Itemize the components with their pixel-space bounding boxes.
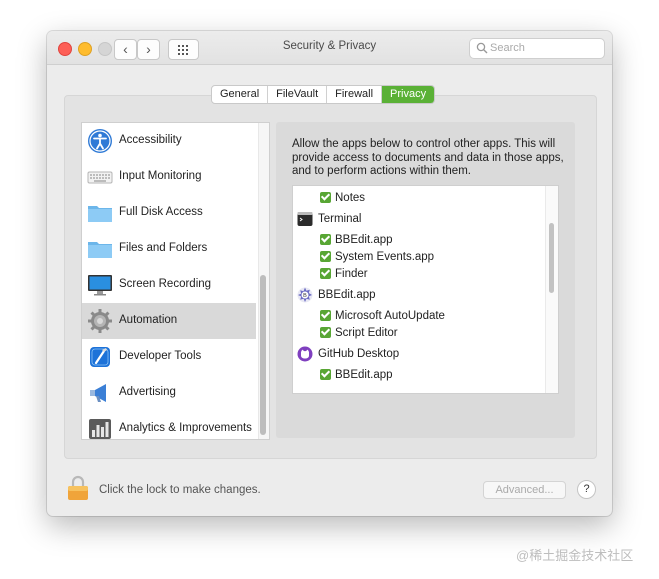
sidebar-scroll-thumb[interactable] (260, 275, 266, 435)
tab-general[interactable]: General (212, 86, 269, 103)
app-label: GitHub Desktop (318, 348, 400, 360)
search-field[interactable]: Search (469, 38, 605, 59)
terminal-icon (297, 212, 313, 226)
sidebar-item-label: Full Disk Access (119, 206, 203, 218)
preferences-window: ‹ › Security & Privacy Search General Fi… (47, 31, 612, 516)
lock-icon[interactable] (67, 475, 89, 501)
title-bar: ‹ › Security & Privacy Search (47, 31, 612, 65)
sidebar-item-screen-recording[interactable]: Screen Recording (82, 267, 256, 303)
watermark-text: @稀土掘金技术社区 (516, 548, 634, 563)
sidebar-item-label: Automation (119, 314, 178, 326)
folder-icon (88, 242, 112, 258)
sidebar-item-label: Advertising (119, 386, 176, 398)
app-label: BBEdit.app (335, 369, 393, 381)
svg-text:B: B (303, 293, 307, 299)
folder-icon (88, 206, 112, 222)
tab-firewall[interactable]: Firewall (327, 86, 383, 103)
bbedit-icon: B (297, 287, 313, 303)
checkbox[interactable] (320, 251, 331, 262)
checkbox[interactable] (320, 369, 331, 380)
sidebar-item-label: Accessibility (119, 134, 182, 146)
keyboard-icon (87, 171, 113, 184)
help-button[interactable]: ? (577, 480, 596, 499)
tab-bar: General FileVault Firewall Privacy (211, 85, 436, 104)
sidebar-item-advertising[interactable]: Advertising (82, 375, 256, 411)
analytics-icon (89, 419, 111, 439)
sidebar-item-accessibility[interactable]: Accessibility (82, 123, 256, 159)
app-label: BBEdit.app (335, 234, 393, 246)
app-permission-list: Notes Terminal BBEdit.app System Events.… (292, 185, 559, 394)
sidebar-item-label: Files and Folders (119, 242, 208, 254)
sidebar-item-label: Developer Tools (119, 350, 202, 362)
sidebar-item-input-monitoring[interactable]: Input Monitoring (82, 159, 256, 195)
checkbox[interactable] (320, 310, 331, 321)
app-label: Finder (335, 268, 368, 280)
github-icon (297, 346, 313, 362)
privacy-category-list: Accessibility Input Monitoring Full Disk… (81, 122, 270, 440)
app-label: Script Editor (335, 327, 398, 339)
sidebar-item-label: Input Monitoring (119, 170, 202, 182)
lock-message: Click the lock to make changes. (99, 484, 261, 496)
app-label: Microsoft AutoUpdate (335, 310, 445, 322)
app-list-scroll-thumb[interactable] (549, 223, 554, 293)
megaphone-icon (90, 384, 106, 402)
app-label: System Events.app (335, 251, 435, 263)
tab-filevault[interactable]: FileVault (268, 86, 328, 103)
sidebar-item-developer-tools[interactable]: Developer Tools (82, 339, 256, 375)
checkbox[interactable] (320, 327, 331, 338)
xcode-icon (90, 347, 110, 367)
sidebar-item-files-and-folders[interactable]: Files and Folders (82, 231, 256, 267)
sidebar-item-full-disk-access[interactable]: Full Disk Access (82, 195, 256, 231)
sidebar-item-analytics[interactable]: Analytics & Improvements (82, 411, 256, 439)
search-placeholder: Search (490, 42, 525, 54)
tab-privacy[interactable]: Privacy (382, 86, 435, 103)
checkbox[interactable] (320, 192, 331, 203)
search-icon (476, 42, 488, 54)
app-label: Notes (335, 192, 366, 204)
checkbox[interactable] (320, 234, 331, 245)
app-label: BBEdit.app (318, 289, 376, 301)
sidebar-item-label: Screen Recording (119, 278, 212, 290)
advanced-button[interactable]: Advanced... (483, 481, 566, 499)
sidebar-item-label: Analytics & Improvements (119, 422, 252, 434)
checkbox[interactable] (320, 268, 331, 279)
accessibility-icon (88, 129, 112, 153)
display-icon (88, 275, 112, 296)
gear-icon (88, 309, 112, 333)
sidebar-item-automation[interactable]: Automation (82, 303, 256, 339)
app-label: Terminal (318, 213, 362, 225)
panel-description: Allow the apps below to control other ap… (292, 138, 564, 177)
